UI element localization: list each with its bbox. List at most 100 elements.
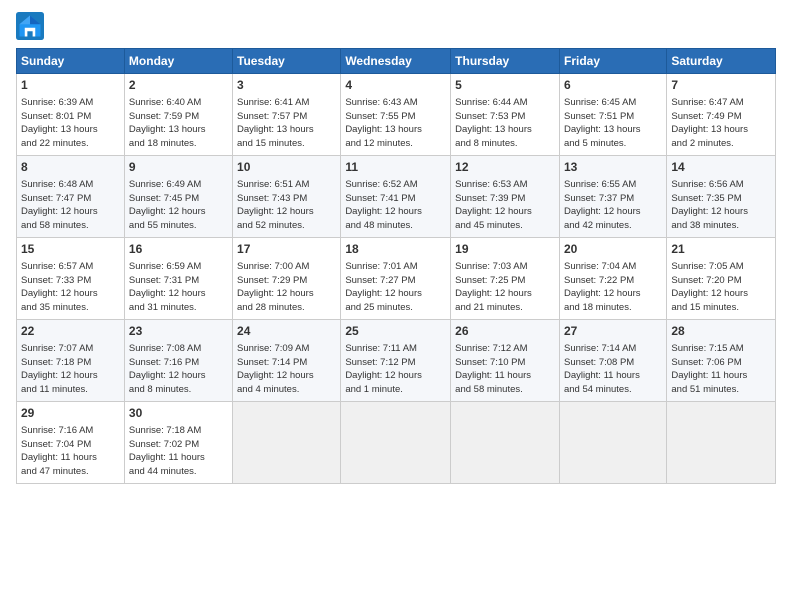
day-number: 14	[671, 159, 771, 176]
logo-icon	[16, 12, 44, 40]
day-number: 29	[21, 405, 120, 422]
day-info: Sunrise: 6:59 AM Sunset: 7:31 PM Dayligh…	[129, 260, 228, 315]
day-number: 11	[345, 159, 446, 176]
calendar-week-row: 1 Sunrise: 6:39 AM Sunset: 8:01 PM Daylig…	[17, 74, 776, 156]
day-number: 2	[129, 77, 228, 94]
day-info: Sunrise: 6:43 AM Sunset: 7:55 PM Dayligh…	[345, 96, 446, 151]
calendar-week-row: 15 Sunrise: 6:57 AM Sunset: 7:33 PM Dayli…	[17, 238, 776, 320]
day-info: Sunrise: 6:57 AM Sunset: 7:33 PM Dayligh…	[21, 260, 120, 315]
day-info: Sunrise: 7:04 AM Sunset: 7:22 PM Dayligh…	[564, 260, 662, 315]
day-info: Sunrise: 6:51 AM Sunset: 7:43 PM Dayligh…	[237, 178, 336, 233]
day-number: 26	[455, 323, 555, 340]
day-number: 19	[455, 241, 555, 258]
calendar-day-cell: 10 Sunrise: 6:51 AM Sunset: 7:43 PM Dayli…	[233, 156, 341, 238]
calendar-day-cell: 2 Sunrise: 6:40 AM Sunset: 7:59 PM Daylig…	[124, 74, 232, 156]
day-number: 27	[564, 323, 662, 340]
day-number: 13	[564, 159, 662, 176]
day-number: 24	[237, 323, 336, 340]
calendar-day-cell: 4 Sunrise: 6:43 AM Sunset: 7:55 PM Daylig…	[341, 74, 451, 156]
day-number: 20	[564, 241, 662, 258]
day-info: Sunrise: 6:44 AM Sunset: 7:53 PM Dayligh…	[455, 96, 555, 151]
calendar-day-cell: 18Sunrise: 7:01 AM Sunset: 7:27 PM Dayli…	[341, 238, 451, 320]
day-info: Sunrise: 7:16 AM Sunset: 7:04 PM Dayligh…	[21, 424, 120, 479]
day-info: Sunrise: 7:12 AM Sunset: 7:10 PM Dayligh…	[455, 342, 555, 397]
day-number: 4	[345, 77, 446, 94]
calendar-day-cell: 24 Sunrise: 7:09 AM Sunset: 7:14 PM Dayli…	[233, 320, 341, 402]
calendar-week-row: 8 Sunrise: 6:48 AM Sunset: 7:47 PM Daylig…	[17, 156, 776, 238]
weekday-header: Friday	[559, 49, 666, 74]
header	[16, 12, 776, 40]
day-number: 17	[237, 241, 336, 258]
calendar-week-row: 22 Sunrise: 7:07 AM Sunset: 7:18 PM Dayli…	[17, 320, 776, 402]
calendar-day-cell: 25Sunrise: 7:11 AM Sunset: 7:12 PM Dayli…	[341, 320, 451, 402]
calendar-day-cell: 28Sunrise: 7:15 AM Sunset: 7:06 PM Dayli…	[667, 320, 776, 402]
day-number: 21	[671, 241, 771, 258]
calendar-day-cell: 7Sunrise: 6:47 AM Sunset: 7:49 PM Daylig…	[667, 74, 776, 156]
calendar-day-cell: 30Sunrise: 7:18 AM Sunset: 7:02 PM Dayli…	[124, 402, 232, 484]
day-info: Sunrise: 6:40 AM Sunset: 7:59 PM Dayligh…	[129, 96, 228, 151]
calendar-day-cell: 3 Sunrise: 6:41 AM Sunset: 7:57 PM Daylig…	[233, 74, 341, 156]
day-info: Sunrise: 7:09 AM Sunset: 7:14 PM Dayligh…	[237, 342, 336, 397]
calendar-day-cell: 29 Sunrise: 7:16 AM Sunset: 7:04 PM Dayli…	[17, 402, 125, 484]
day-info: Sunrise: 6:41 AM Sunset: 7:57 PM Dayligh…	[237, 96, 336, 151]
day-number: 16	[129, 241, 228, 258]
day-number: 10	[237, 159, 336, 176]
calendar-day-cell	[233, 402, 341, 484]
day-info: Sunrise: 6:53 AM Sunset: 7:39 PM Dayligh…	[455, 178, 555, 233]
day-number: 25	[345, 323, 446, 340]
calendar-day-cell: 6 Sunrise: 6:45 AM Sunset: 7:51 PM Daylig…	[559, 74, 666, 156]
day-number: 6	[564, 77, 662, 94]
day-number: 3	[237, 77, 336, 94]
day-info: Sunrise: 6:39 AM Sunset: 8:01 PM Dayligh…	[21, 96, 120, 151]
weekday-header: Monday	[124, 49, 232, 74]
day-number: 8	[21, 159, 120, 176]
day-info: Sunrise: 6:52 AM Sunset: 7:41 PM Dayligh…	[345, 178, 446, 233]
day-number: 9	[129, 159, 228, 176]
weekday-header: Sunday	[17, 49, 125, 74]
calendar-week-row: 29 Sunrise: 7:16 AM Sunset: 7:04 PM Dayli…	[17, 402, 776, 484]
day-number: 7	[671, 77, 771, 94]
day-number: 1	[21, 77, 120, 94]
day-info: Sunrise: 7:00 AM Sunset: 7:29 PM Dayligh…	[237, 260, 336, 315]
day-number: 18	[345, 241, 446, 258]
day-info: Sunrise: 7:14 AM Sunset: 7:08 PM Dayligh…	[564, 342, 662, 397]
calendar-day-cell: 1 Sunrise: 6:39 AM Sunset: 8:01 PM Daylig…	[17, 74, 125, 156]
day-info: Sunrise: 6:55 AM Sunset: 7:37 PM Dayligh…	[564, 178, 662, 233]
calendar-day-cell	[451, 402, 560, 484]
calendar-day-cell: 5Sunrise: 6:44 AM Sunset: 7:53 PM Daylig…	[451, 74, 560, 156]
calendar-day-cell: 13 Sunrise: 6:55 AM Sunset: 7:37 PM Dayli…	[559, 156, 666, 238]
calendar-day-cell	[559, 402, 666, 484]
header-row: SundayMondayTuesdayWednesdayThursdayFrid…	[17, 49, 776, 74]
calendar-day-cell: 20 Sunrise: 7:04 AM Sunset: 7:22 PM Dayli…	[559, 238, 666, 320]
day-info: Sunrise: 7:05 AM Sunset: 7:20 PM Dayligh…	[671, 260, 771, 315]
calendar-day-cell	[667, 402, 776, 484]
day-info: Sunrise: 7:18 AM Sunset: 7:02 PM Dayligh…	[129, 424, 228, 479]
calendar-day-cell: 19 Sunrise: 7:03 AM Sunset: 7:25 PM Dayli…	[451, 238, 560, 320]
calendar-day-cell: 21 Sunrise: 7:05 AM Sunset: 7:20 PM Dayli…	[667, 238, 776, 320]
page: SundayMondayTuesdayWednesdayThursdayFrid…	[0, 0, 792, 494]
logo	[16, 12, 48, 40]
calendar-day-cell: 23Sunrise: 7:08 AM Sunset: 7:16 PM Dayli…	[124, 320, 232, 402]
day-info: Sunrise: 6:45 AM Sunset: 7:51 PM Dayligh…	[564, 96, 662, 151]
calendar-day-cell: 17 Sunrise: 7:00 AM Sunset: 7:29 PM Dayli…	[233, 238, 341, 320]
day-number: 28	[671, 323, 771, 340]
calendar-day-cell: 15 Sunrise: 6:57 AM Sunset: 7:33 PM Dayli…	[17, 238, 125, 320]
calendar-day-cell: 22 Sunrise: 7:07 AM Sunset: 7:18 PM Dayli…	[17, 320, 125, 402]
day-info: Sunrise: 7:03 AM Sunset: 7:25 PM Dayligh…	[455, 260, 555, 315]
day-info: Sunrise: 7:07 AM Sunset: 7:18 PM Dayligh…	[21, 342, 120, 397]
calendar-day-cell: 14 Sunrise: 6:56 AM Sunset: 7:35 PM Dayli…	[667, 156, 776, 238]
calendar-day-cell: 27 Sunrise: 7:14 AM Sunset: 7:08 PM Dayli…	[559, 320, 666, 402]
calendar-day-cell: 12Sunrise: 6:53 AM Sunset: 7:39 PM Dayli…	[451, 156, 560, 238]
day-number: 15	[21, 241, 120, 258]
calendar-day-cell: 8 Sunrise: 6:48 AM Sunset: 7:47 PM Daylig…	[17, 156, 125, 238]
day-info: Sunrise: 6:48 AM Sunset: 7:47 PM Dayligh…	[21, 178, 120, 233]
weekday-header: Wednesday	[341, 49, 451, 74]
calendar-day-cell: 11 Sunrise: 6:52 AM Sunset: 7:41 PM Dayli…	[341, 156, 451, 238]
day-info: Sunrise: 6:56 AM Sunset: 7:35 PM Dayligh…	[671, 178, 771, 233]
day-number: 23	[129, 323, 228, 340]
day-number: 22	[21, 323, 120, 340]
weekday-header: Saturday	[667, 49, 776, 74]
calendar-day-cell: 9Sunrise: 6:49 AM Sunset: 7:45 PM Daylig…	[124, 156, 232, 238]
calendar-day-cell: 26 Sunrise: 7:12 AM Sunset: 7:10 PM Dayli…	[451, 320, 560, 402]
calendar-day-cell: 16 Sunrise: 6:59 AM Sunset: 7:31 PM Dayli…	[124, 238, 232, 320]
